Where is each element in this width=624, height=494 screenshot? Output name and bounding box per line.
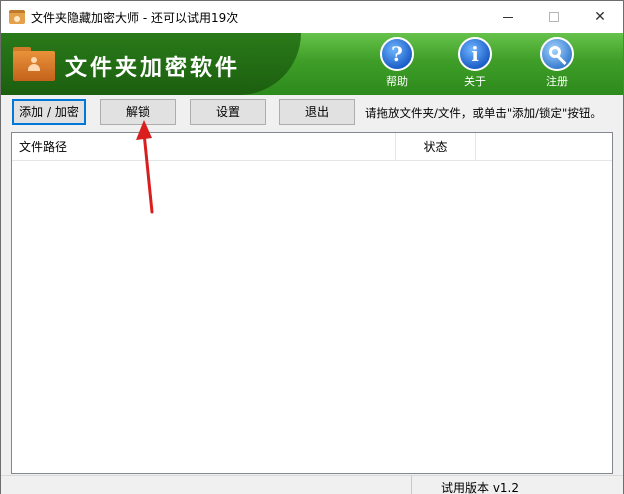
folder-logo-icon [13,47,55,81]
key-icon [540,37,574,71]
key-shaft [555,54,567,66]
version-label: 试用版本 v1.2 [441,481,520,494]
maximize-button[interactable] [531,1,577,33]
drag-drop-hint: 请拖放文件夹/文件，或单击"添加/锁定"按钮。 [365,106,602,120]
minimize-button[interactable] [485,1,531,33]
status-bar: 试用版本 v1.2 [1,475,623,494]
header-banner: 文件夹加密软件 ? 帮助 i 关于 注册 [1,33,623,95]
close-icon: ✕ [594,9,606,25]
list-header: 文件路径 状态 [12,133,612,161]
register-label: 注册 [546,75,568,88]
close-button[interactable]: ✕ [577,1,623,33]
register-button[interactable]: 注册 [527,37,587,93]
title-bar[interactable]: 文件夹隐藏加密大师 - 还可以试用19次 ✕ [1,1,623,33]
folder-app-icon [9,10,25,24]
help-button[interactable]: ? 帮助 [367,37,427,93]
add-lock-button[interactable]: 添加 / 加密 [12,99,86,125]
banner-title: 文件夹加密软件 [65,55,241,81]
window-title: 文件夹隐藏加密大师 - 还可以试用19次 [31,11,239,25]
about-button[interactable]: i 关于 [445,37,505,93]
minimize-icon [503,16,513,18]
column-header-status[interactable]: 状态 [396,133,476,161]
about-label: 关于 [464,75,486,88]
unlock-button[interactable]: 解锁 [100,99,176,125]
help-label: 帮助 [386,75,408,88]
info-icon: i [458,37,492,71]
toolbar: 添加 / 加密 解锁 设置 退出 请拖放文件夹/文件，或单击"添加/锁定"按钮。 [1,95,623,131]
app-window: 文件夹隐藏加密大师 - 还可以试用19次 ✕ 文件夹加密软件 ? 帮助 i 关于… [0,0,624,494]
status-divider [411,476,412,494]
settings-button[interactable]: 设置 [190,99,266,125]
column-header-path[interactable]: 文件路径 [12,133,396,161]
file-list[interactable]: 文件路径 状态 [11,132,613,474]
help-icon: ? [380,37,414,71]
folder-logo-person [28,57,40,71]
exit-button[interactable]: 退出 [279,99,355,125]
maximize-icon [549,12,559,22]
